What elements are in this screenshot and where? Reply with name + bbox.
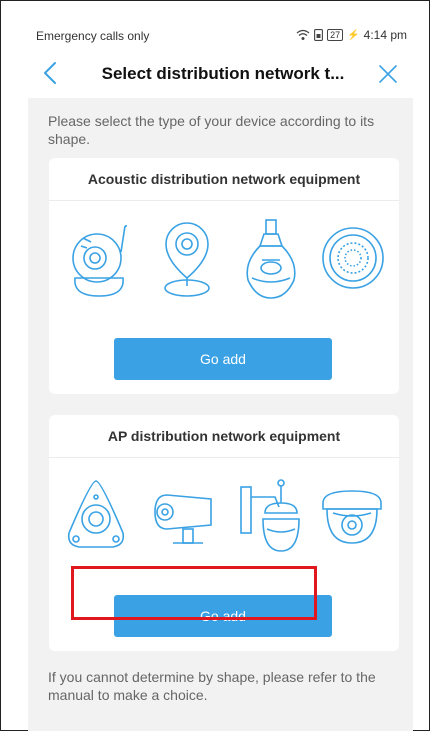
battery-icon: 27 bbox=[327, 29, 344, 41]
fisheye-camera-icon[interactable] bbox=[61, 473, 131, 557]
help-note: If you cannot determine by shape, please… bbox=[48, 669, 376, 703]
clock: 4:14 pm bbox=[363, 28, 407, 42]
acoustic-network-card: Acoustic distribution network equipment bbox=[49, 158, 399, 394]
page-title: Select distribution network t... bbox=[101, 64, 345, 83]
status-right: 27 ⚡ 4:14 pm bbox=[296, 28, 407, 42]
close-icon[interactable] bbox=[373, 58, 403, 88]
status-bar: Emergency calls only 27 ⚡ 4:14 pm bbox=[28, 22, 413, 50]
wifi-icon bbox=[296, 29, 310, 40]
dome-camera-icon[interactable] bbox=[317, 473, 387, 557]
card-title: AP distribution network equipment bbox=[49, 415, 399, 458]
device-icons bbox=[49, 216, 399, 306]
round-camera-icon[interactable] bbox=[318, 216, 388, 300]
charging-icon: ⚡ bbox=[347, 29, 360, 41]
device-icons bbox=[49, 473, 399, 563]
wall-mount-camera-icon[interactable] bbox=[152, 216, 222, 300]
phone-screen: Emergency calls only 27 ⚡ 4:14 pm Select… bbox=[28, 22, 413, 731]
go-add-button-acoustic[interactable]: Go add bbox=[114, 338, 332, 380]
battery-level: 27 bbox=[330, 30, 341, 40]
pan-tilt-camera-icon[interactable] bbox=[65, 216, 135, 300]
bullet-camera-icon[interactable] bbox=[149, 473, 219, 557]
highlight-box bbox=[71, 566, 317, 620]
carrier-status: Emergency calls only bbox=[36, 29, 150, 43]
bulb-camera-icon[interactable] bbox=[236, 216, 306, 300]
ptz-dome-camera-icon[interactable] bbox=[235, 473, 305, 557]
sim-icon bbox=[314, 29, 324, 41]
instruction-text: Please select the type of your device ac… bbox=[48, 113, 375, 147]
title-bar: Select distribution network t... bbox=[28, 50, 413, 98]
chevron-left-icon[interactable] bbox=[36, 58, 66, 88]
card-title: Acoustic distribution network equipment bbox=[49, 158, 399, 201]
